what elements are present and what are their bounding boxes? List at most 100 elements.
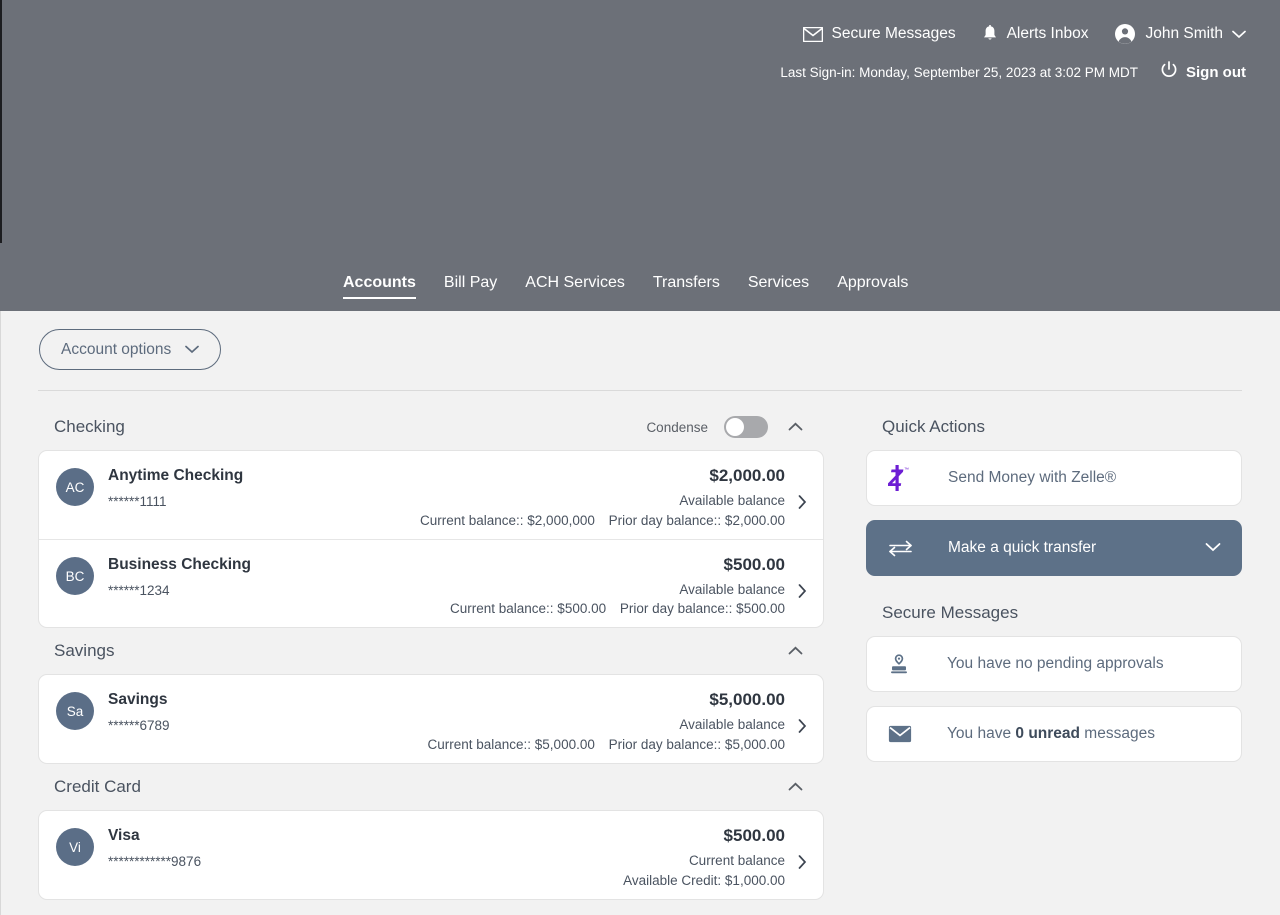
- avatar: Sa: [56, 692, 94, 730]
- chevron-right-icon[interactable]: [798, 719, 807, 738]
- nav-tab-approvals[interactable]: Approvals: [823, 274, 922, 311]
- account-current-balance: Current balance:: $5,000.00: [427, 737, 594, 752]
- alerts-inbox-label: Alerts Inbox: [1007, 25, 1089, 43]
- chevron-down-icon: [185, 341, 199, 359]
- avatar: BC: [56, 557, 94, 595]
- chevron-up-icon: [788, 642, 803, 660]
- nav-tab-services-label: Services: [748, 274, 809, 291]
- secure-messages-link[interactable]: Secure Messages: [803, 25, 956, 43]
- account-available-credit: Available Credit: $1,000.00: [623, 873, 785, 888]
- section-controls-savings: [784, 638, 807, 664]
- nav-tab-approvals-label: Approvals: [837, 274, 908, 291]
- nav-tab-bill-pay-label: Bill Pay: [444, 274, 497, 291]
- nav-tab-accounts-label: Accounts: [343, 274, 416, 291]
- body-left-edge: [0, 311, 1, 915]
- account-prior-balance: Prior day balance:: $500.00: [620, 601, 785, 616]
- user-menu[interactable]: John Smith: [1114, 23, 1246, 45]
- pending-approvals-label: You have no pending approvals: [947, 655, 1164, 673]
- account-number: ******6789: [108, 718, 170, 734]
- nav-tab-accounts[interactable]: Accounts: [343, 274, 430, 311]
- account-options-button[interactable]: Account options: [39, 329, 221, 370]
- account-group-checking: AC Anytime Checking ******1111 $2,000.00…: [38, 450, 824, 628]
- sign-out-button[interactable]: Sign out: [1160, 61, 1246, 83]
- account-prior-balance: Prior day balance:: $5,000.00: [609, 737, 785, 752]
- main-navigation: Accounts Bill Pay ACH Services Transfers…: [343, 257, 922, 311]
- account-name: Visa: [108, 826, 201, 846]
- collapse-credit-card-button[interactable]: [784, 774, 807, 800]
- account-row[interactable]: AC Anytime Checking ******1111 $2,000.00…: [39, 451, 823, 539]
- nav-tab-ach-services[interactable]: ACH Services: [511, 274, 639, 311]
- nav-tab-transfers[interactable]: Transfers: [639, 274, 734, 311]
- section-title-credit-card: Credit Card: [54, 777, 141, 797]
- unread-count: 0 unread: [1015, 725, 1080, 742]
- condense-label: Condense: [646, 420, 708, 435]
- account-number: ******1234: [108, 583, 251, 599]
- account-subbalances: Current balance:: $5,000.00 Prior day ba…: [427, 737, 785, 752]
- section-header-credit-card: Credit Card: [38, 764, 824, 810]
- section-title-savings: Savings: [54, 641, 114, 661]
- quick-action-transfer-label: Make a quick transfer: [948, 539, 1096, 557]
- account-number: ************9876: [108, 854, 201, 870]
- account-amount: $2,000.00: [679, 466, 785, 486]
- chevron-right-icon[interactable]: [798, 584, 807, 603]
- secure-messages-title: Secure Messages: [866, 590, 1242, 636]
- condense-toggle-knob: [726, 418, 744, 436]
- user-name-label: John Smith: [1145, 25, 1223, 43]
- chevron-right-icon[interactable]: [798, 495, 807, 514]
- section-header-savings: Savings: [38, 628, 824, 674]
- chevron-right-icon[interactable]: [798, 855, 807, 874]
- account-row[interactable]: Sa Savings ******6789 $5,000.00 Availabl…: [39, 675, 823, 763]
- envelope-icon: [803, 27, 823, 42]
- utility-nav: Secure Messages Alerts Inbox John Smith: [803, 20, 1246, 48]
- nav-tab-bill-pay[interactable]: Bill Pay: [430, 274, 511, 311]
- last-signin-text: Last Sign-in: Monday, September 25, 2023…: [780, 65, 1138, 80]
- account-subbalances: Available Credit: $1,000.00: [623, 873, 785, 888]
- account-balance-block: $5,000.00 Available balance: [679, 688, 807, 733]
- nav-tab-ach-services-label: ACH Services: [525, 274, 625, 291]
- collapse-checking-button[interactable]: [784, 414, 807, 440]
- page-header: Secure Messages Alerts Inbox John Smith …: [0, 0, 1280, 311]
- chevron-down-icon: [1232, 30, 1246, 39]
- account-name: Savings: [108, 690, 170, 710]
- unread-messages-card[interactable]: You have 0 unread messages: [866, 706, 1242, 762]
- collapse-savings-button[interactable]: [784, 638, 807, 664]
- unread-prefix: You have: [947, 725, 1015, 742]
- section-controls-credit-card: [784, 774, 807, 800]
- signin-row: Last Sign-in: Monday, September 25, 2023…: [780, 60, 1246, 84]
- section-title-checking: Checking: [54, 417, 125, 437]
- account-subbalances: Current balance:: $2,000,000 Prior day b…: [420, 513, 785, 528]
- alerts-inbox-link[interactable]: Alerts Inbox: [982, 25, 1089, 43]
- quick-action-zelle-label: Send Money with Zelle®: [948, 469, 1116, 487]
- account-number: ******1111: [108, 494, 243, 510]
- power-icon: [1160, 61, 1178, 83]
- toolbar-divider: [38, 390, 1242, 391]
- user-circle-icon: [1114, 23, 1136, 45]
- nav-tab-services[interactable]: Services: [734, 274, 823, 311]
- account-subbalances: Current balance:: $500.00 Prior day bala…: [450, 601, 785, 616]
- account-row[interactable]: BC Business Checking ******1234 $500.00 …: [39, 539, 823, 627]
- account-identity: Business Checking ******1234: [108, 553, 251, 599]
- account-amount-label: Available balance: [679, 582, 785, 598]
- account-group-savings: Sa Savings ******6789 $5,000.00 Availabl…: [38, 674, 824, 764]
- account-amount: $500.00: [679, 555, 785, 575]
- account-amount: $5,000.00: [679, 690, 785, 710]
- account-name: Business Checking: [108, 555, 251, 575]
- account-balance-block: $2,000.00 Available balance: [679, 464, 807, 509]
- account-identity: Savings ******6789: [108, 688, 170, 734]
- zelle-logo-icon: Z ™: [888, 465, 914, 491]
- pending-approvals-card[interactable]: You have no pending approvals: [866, 636, 1242, 692]
- account-row[interactable]: Vi Visa ************9876 $500.00 Current…: [39, 811, 823, 899]
- quick-actions-title: Quick Actions: [866, 404, 1242, 450]
- account-amount-label: Current balance: [689, 853, 785, 869]
- svg-text:™: ™: [904, 467, 909, 473]
- transfer-arrows-icon: [888, 539, 914, 557]
- account-options-label: Account options: [61, 341, 171, 359]
- condense-toggle[interactable]: [724, 416, 768, 438]
- quick-action-zelle[interactable]: Z ™ Send Money with Zelle®: [866, 450, 1242, 506]
- account-current-balance: Current balance:: $500.00: [450, 601, 606, 616]
- quick-action-transfer[interactable]: Make a quick transfer: [866, 520, 1242, 576]
- unread-suffix: messages: [1080, 725, 1155, 742]
- chevron-up-icon: [788, 418, 803, 436]
- sign-out-label: Sign out: [1186, 64, 1246, 81]
- account-amount: $500.00: [689, 826, 785, 846]
